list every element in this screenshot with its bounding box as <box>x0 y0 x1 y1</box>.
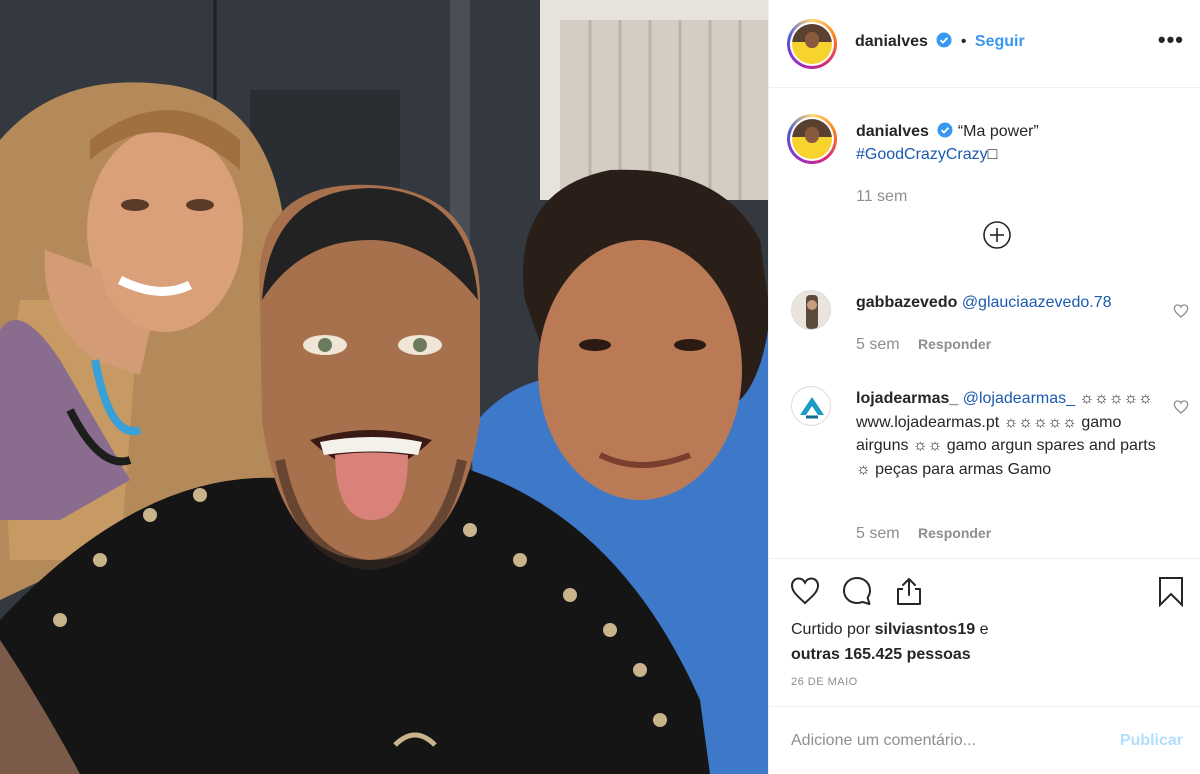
post-actions: Curtido por silviasntos19 e outras 165.4… <box>769 558 1200 706</box>
verified-badge-icon <box>936 32 952 48</box>
caption-avatar[interactable] <box>787 114 837 164</box>
comment-icon[interactable] <box>841 575 873 607</box>
share-icon[interactable] <box>893 575 925 607</box>
author-avatar[interactable] <box>787 19 837 69</box>
commenter-username[interactable]: lojadearmas_ <box>856 390 958 407</box>
add-comment-bar: Adicione um comentário... Publicar <box>769 706 1200 774</box>
likes-others[interactable]: outras 165.425 pessoas <box>791 646 971 663</box>
caption-body: “Ma power” <box>957 123 1039 140</box>
caption-timestamp[interactable]: 11 sem <box>856 188 907 206</box>
photo-illustration <box>0 0 768 774</box>
post-sidebar: danialves • Seguir ••• danialves “Ma pow… <box>768 0 1200 774</box>
caption-hashtag[interactable]: #GoodCrazyCrazy <box>856 146 988 163</box>
comment-input[interactable]: Adicione um comentário... <box>791 732 976 750</box>
comment-mention[interactable]: @glauciaazevedo.78 <box>962 294 1112 311</box>
more-options-icon[interactable]: ••• <box>1158 29 1184 51</box>
commenter-username[interactable]: gabbazevedo <box>856 294 957 311</box>
reply-button[interactable]: Responder <box>918 525 991 541</box>
likes-summary: Curtido por silviasntos19 e outras 165.4… <box>791 617 988 667</box>
caption-emoji: □ <box>987 146 998 163</box>
verified-badge-icon <box>937 122 953 138</box>
heart-icon[interactable] <box>1173 399 1189 415</box>
likes-user[interactable]: silviasntos19 <box>875 621 976 638</box>
post-date[interactable]: 26 DE MAIO <box>791 676 858 688</box>
bookmark-icon[interactable] <box>1155 575 1187 607</box>
caption-text: danialves “Ma power” #GoodCrazyCrazy□ <box>856 120 1176 166</box>
reply-button[interactable]: Responder <box>918 336 991 352</box>
plus-circle-icon[interactable] <box>982 220 1012 250</box>
caption-username[interactable]: danialves <box>856 123 929 140</box>
comment-body: lojadearmas_ @lojadearmas_ ☼☼☼☼☼ www.loj… <box>856 387 1156 481</box>
commenter-avatar[interactable] <box>791 290 831 330</box>
header-line: danialves • Seguir <box>855 32 1025 51</box>
commenter-avatar[interactable] <box>791 386 831 426</box>
comment-timestamp[interactable]: 5 sem <box>856 336 900 353</box>
publish-button[interactable]: Publicar <box>1120 732 1183 750</box>
heart-icon[interactable] <box>1173 303 1189 319</box>
heart-icon[interactable] <box>789 575 821 607</box>
comment-meta: 5 sem Responder <box>856 525 991 543</box>
comments-list[interactable]: danialves “Ma power” #GoodCrazyCrazy□ 11… <box>769 88 1200 558</box>
follow-button[interactable]: Seguir <box>975 33 1025 50</box>
post-header: danialves • Seguir ••• <box>769 0 1200 88</box>
likes-prefix: Curtido por <box>791 621 871 638</box>
comment-meta: 5 sem Responder <box>856 336 991 354</box>
comment-timestamp[interactable]: 5 sem <box>856 525 900 542</box>
separator-dot: • <box>960 33 967 50</box>
comment-body: gabbazevedo @glauciaazevedo.78 <box>856 291 1156 315</box>
post-photo[interactable] <box>0 0 768 774</box>
likes-joiner: e <box>979 621 989 638</box>
author-username[interactable]: danialves <box>855 33 928 50</box>
comment-mention[interactable]: @lojadearmas_ <box>963 390 1075 407</box>
